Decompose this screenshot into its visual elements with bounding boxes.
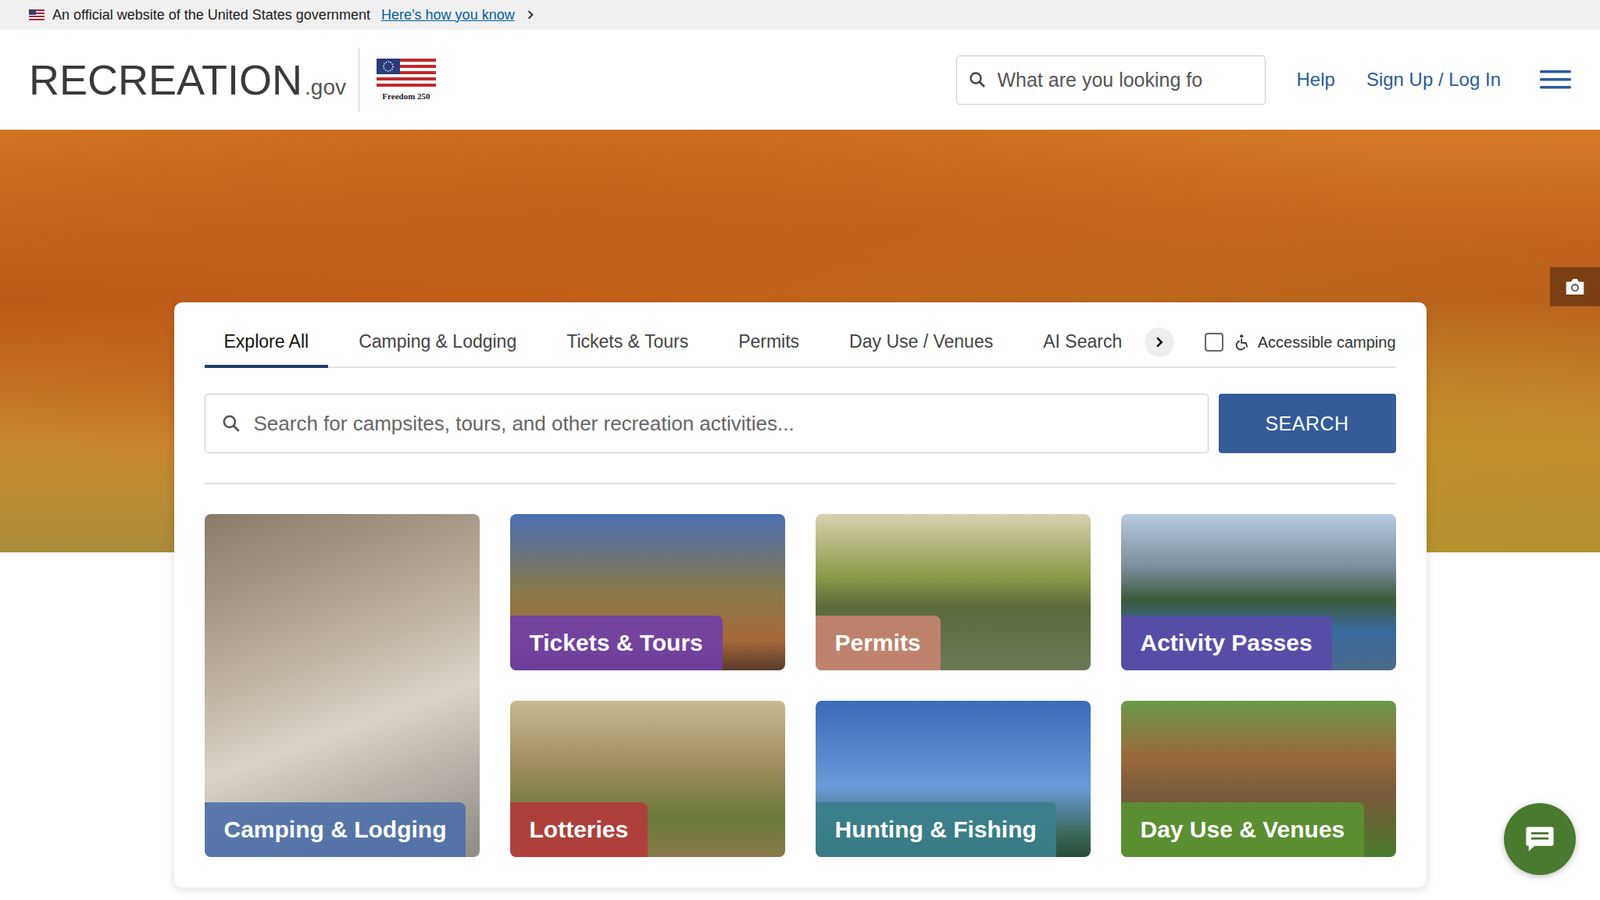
tab[interactable]: Day Use / Venues (829, 317, 1013, 368)
category-card[interactable]: Day Use & Venues (1121, 700, 1397, 858)
chevron-right-icon (525, 10, 536, 20)
header-link[interactable]: Help (1296, 68, 1336, 91)
tab[interactable]: Tickets & Tours (546, 317, 708, 368)
accessible-label: Accessible camping (1257, 333, 1397, 352)
logo-suffix: .gov (304, 75, 347, 100)
category-grid: Camping & Lodging Tickets & Tours Permits A… (204, 514, 1397, 858)
category-label: Hunting & Fishing (815, 802, 1057, 858)
accessibility-icon (1234, 333, 1252, 351)
search-row: SEARCH (204, 393, 1397, 454)
category-label: Camping & Lodging (204, 802, 467, 858)
tab-scroll-button[interactable] (1144, 327, 1175, 358)
accessible-filter[interactable]: Accessible camping (1192, 317, 1397, 367)
tab[interactable]: AI Search (1023, 317, 1142, 368)
tab[interactable]: Camping & Lodging (339, 317, 536, 368)
accessible-checkbox[interactable] (1204, 332, 1224, 352)
chat-button[interactable] (1503, 803, 1576, 875)
category-card[interactable]: Permits (815, 514, 1091, 671)
search-card: Explore AllCamping & LodgingTickets & To… (174, 302, 1427, 888)
tab[interactable]: Permits (718, 317, 819, 368)
logo-text: RECREATION (28, 55, 303, 104)
category-label: Activity Passes (1121, 615, 1333, 671)
search-icon (967, 70, 987, 90)
us-flag-icon (28, 9, 45, 21)
category-card[interactable]: Hunting & Fishing (815, 700, 1091, 858)
search-button[interactable]: SEARCH (1218, 393, 1397, 454)
category-label: Permits (815, 615, 941, 671)
category-card[interactable]: Camping & Lodging (204, 514, 480, 858)
logo[interactable]: RECREATION.gov (28, 55, 347, 104)
badge-text: Freedom 250 (382, 91, 430, 101)
category-card[interactable]: Activity Passes (1121, 514, 1397, 671)
header-search-input[interactable] (996, 67, 1254, 93)
camera-icon (1563, 275, 1587, 299)
search-field[interactable] (204, 393, 1209, 454)
category-label: Lotteries (510, 802, 649, 858)
search-input[interactable] (252, 410, 1193, 437)
hamburger-menu-icon[interactable] (1539, 68, 1572, 91)
search-icon (221, 413, 242, 434)
gov-text: An official website of the United States… (52, 7, 371, 24)
photo-credit-button[interactable] (1550, 267, 1600, 307)
page: An official website of the United States… (0, 0, 1600, 900)
flag-icon (376, 58, 436, 90)
header-divider (358, 47, 360, 112)
header: RECREATION.gov Freedom 250 Help Sign Up / L… (0, 29, 1600, 130)
category-label: Day Use & Venues (1121, 802, 1365, 858)
gov-link[interactable]: Here’s how you know (381, 7, 515, 24)
category-label: Tickets & Tours (510, 615, 723, 671)
chevron-right-icon (1153, 336, 1165, 348)
header-search[interactable] (956, 55, 1266, 105)
divider (204, 482, 1397, 485)
header-link[interactable]: Sign Up / Log In (1366, 68, 1501, 91)
category-card[interactable]: Tickets & Tours (510, 514, 786, 671)
freedom-badge: Freedom 250 (376, 58, 436, 101)
gov-banner: An official website of the United States… (0, 0, 1600, 30)
chat-icon (1522, 821, 1558, 857)
tabs: Explore AllCamping & LodgingTickets & To… (204, 317, 1193, 367)
category-card[interactable]: Lotteries (510, 700, 786, 858)
tabs-row: Explore AllCamping & LodgingTickets & To… (204, 317, 1397, 368)
tab[interactable]: Explore All (204, 317, 329, 368)
